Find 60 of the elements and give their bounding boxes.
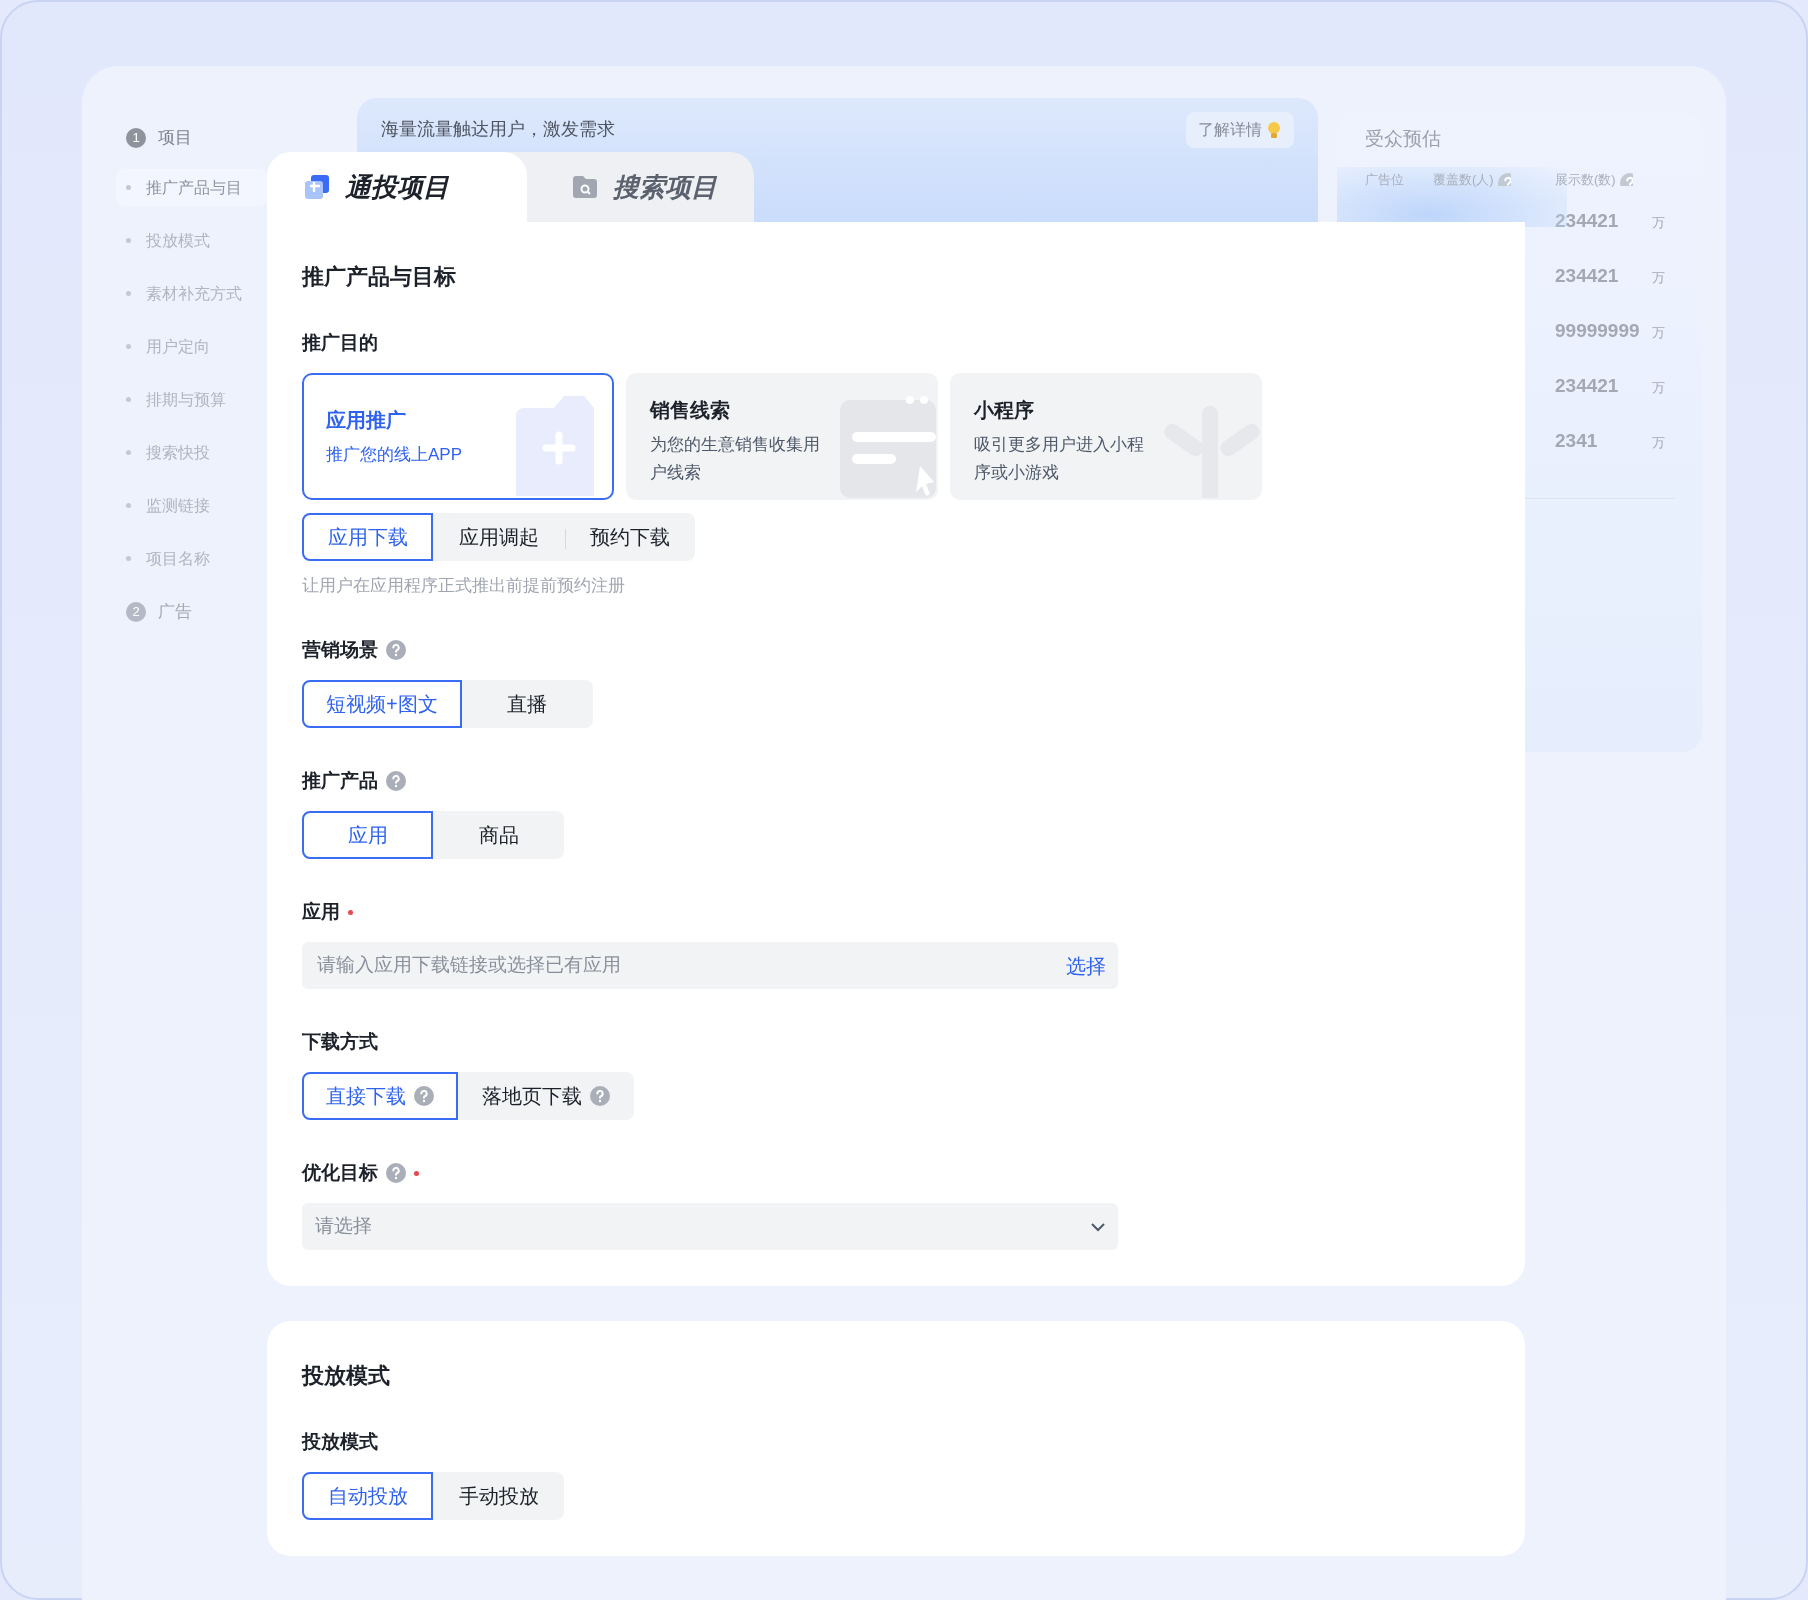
tab[interactable]: 通投项目 bbox=[267, 152, 527, 222]
purpose-card[interactable]: 小程序 吸引更多用户进入小程序或小游戏 bbox=[950, 373, 1262, 500]
segment-option[interactable]: 应用调起 bbox=[433, 513, 564, 561]
estimate-value: 234421 bbox=[1555, 264, 1620, 288]
step-number: 1 bbox=[126, 128, 146, 148]
card-description: 为您的生意销售收集用户线索 bbox=[650, 434, 821, 484]
column-header: 覆盖数(人) bbox=[1433, 170, 1494, 189]
card-title: 销售线索 bbox=[650, 398, 731, 423]
column-header: 展示数(数) bbox=[1555, 170, 1616, 189]
card-description: 吸引更多用户进入小程序或小游戏 bbox=[974, 434, 1145, 484]
select-field[interactable]: 请选择 bbox=[302, 1203, 1118, 1250]
app-input-field[interactable]: 请输入应用下载链接或选择已有应用 选择 bbox=[302, 942, 1118, 989]
segment-option[interactable]: 商品 bbox=[433, 811, 564, 859]
field-label: 应用 bbox=[302, 899, 340, 924]
column-header: 广告位 bbox=[1365, 170, 1404, 189]
field-label: 营销场景 bbox=[302, 637, 378, 662]
unit-label: 万 bbox=[1652, 214, 1665, 232]
step-label: 项目 bbox=[158, 127, 192, 150]
sidebar-item[interactable]: 推广产品与目 bbox=[116, 169, 267, 206]
unit-label: 万 bbox=[1652, 324, 1665, 342]
unit-label: 万 bbox=[1652, 434, 1665, 452]
folder-search-icon bbox=[571, 174, 599, 200]
section-title: 投放模式 bbox=[302, 1363, 391, 1389]
step-label: 广告 bbox=[158, 601, 192, 624]
unit-label: 万 bbox=[1652, 269, 1665, 287]
segment-option[interactable]: 自动投放 bbox=[302, 1472, 433, 1520]
purpose-card[interactable]: 应用推广 推广您的线上APP bbox=[302, 373, 614, 500]
segment-option[interactable]: 应用下载 bbox=[302, 513, 433, 561]
select-link[interactable]: 选择 bbox=[1066, 950, 1106, 981]
estimate-value: 234421 bbox=[1555, 209, 1620, 233]
field-label: 推广产品 bbox=[302, 768, 378, 793]
segment-option[interactable]: 短视频+图文 bbox=[302, 680, 462, 728]
segment-option[interactable]: 直接下载 bbox=[302, 1072, 458, 1120]
segment-option[interactable]: 落地页下载 bbox=[458, 1072, 634, 1120]
lightbulb-icon bbox=[1266, 121, 1282, 139]
card-description: 推广您的线上APP bbox=[326, 443, 464, 466]
step-number: 2 bbox=[126, 602, 146, 622]
unit-label: 万 bbox=[1652, 379, 1665, 397]
hint-text: 让用户在应用程序正式推出前提前预约注册 bbox=[302, 575, 626, 597]
segment-option[interactable]: 直播 bbox=[461, 680, 593, 728]
section-title: 推广产品与目标 bbox=[302, 264, 457, 290]
panel-title: 受众预估 bbox=[1365, 127, 1442, 151]
segment-option[interactable]: 预约下载 bbox=[564, 513, 695, 561]
segment-option[interactable]: 手动投放 bbox=[433, 1472, 564, 1520]
grid-icon bbox=[303, 173, 331, 201]
purpose-card[interactable]: 销售线索 为您的生意销售收集用户线索 bbox=[626, 373, 938, 500]
estimate-value: 2341 bbox=[1555, 429, 1599, 453]
card-title: 应用推广 bbox=[326, 407, 407, 433]
details-button[interactable]: 了解详情 bbox=[1186, 112, 1294, 148]
estimate-value: 234421 bbox=[1555, 374, 1620, 398]
chevron-down-icon bbox=[1090, 1221, 1106, 1232]
card-title: 小程序 bbox=[974, 398, 1035, 423]
tab[interactable]: 搜索项目 bbox=[507, 152, 754, 222]
field-label: 推广目的 bbox=[302, 330, 378, 355]
segment-option[interactable]: 应用 bbox=[302, 811, 433, 859]
field-label: 投放模式 bbox=[302, 1429, 378, 1454]
banner-text: 海量流量触达用户，激发需求 bbox=[381, 118, 615, 141]
estimate-value: 99999999 bbox=[1555, 319, 1641, 343]
field-label: 下载方式 bbox=[302, 1029, 378, 1054]
field-label: 优化目标 bbox=[302, 1160, 378, 1185]
